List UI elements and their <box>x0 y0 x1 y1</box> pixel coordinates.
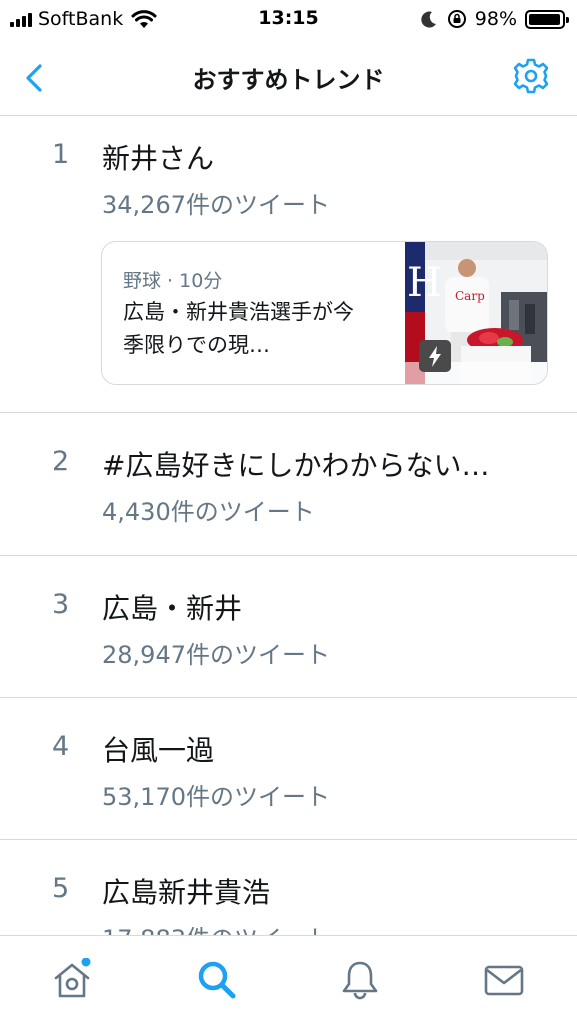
page-title: おすすめトレンド <box>192 66 385 94</box>
battery-level-fill <box>529 13 561 25</box>
trend-name: #広島好きにしかわからない… <box>102 449 490 482</box>
svg-text:Carp: Carp <box>455 289 485 303</box>
trend-rank: 3 <box>52 589 70 620</box>
search-icon[interactable] <box>195 958 239 1002</box>
tab-bar <box>0 935 577 1024</box>
settings-button[interactable] <box>511 56 551 96</box>
moon-icon <box>421 11 436 28</box>
flash-icon <box>419 340 451 372</box>
trend-item[interactable]: 1 新井さん 34,267件のツイート 野球 · 10分 広島・新井貴浩選手が今… <box>0 117 577 413</box>
trend-name: 広島・新井 <box>102 592 243 625</box>
trend-name: 広島新井貴浩 <box>102 876 271 909</box>
svg-text:H: H <box>407 260 442 306</box>
trend-name: 台風一過 <box>102 734 215 767</box>
trend-item[interactable]: 4 台風一過 53,170件のツイート <box>0 698 577 840</box>
trend-rank: 4 <box>52 731 70 762</box>
tweet-count: 28,947件のツイート <box>102 641 330 669</box>
news-thumbnail: H Carp <box>405 242 547 384</box>
trend-item[interactable]: 3 広島・新井 28,947件のツイート <box>0 556 577 698</box>
tweet-count: 4,430件のツイート <box>102 498 315 526</box>
home-icon[interactable] <box>50 958 94 1002</box>
messages-icon[interactable] <box>482 958 526 1002</box>
rotation-lock-icon <box>447 10 466 28</box>
trend-rank: 1 <box>52 139 70 170</box>
trend-name: 新井さん <box>102 142 215 175</box>
notifications-icon[interactable] <box>338 958 382 1002</box>
trend-rank: 5 <box>52 873 70 904</box>
news-headline: 広島・新井貴浩選手が今季限りでの現… <box>123 300 354 357</box>
trend-item[interactable]: 2 #広島好きにしかわからない… 4,430件のツイート <box>0 413 577 556</box>
nav-header: おすすめトレンド <box>0 38 577 116</box>
news-card[interactable]: 野球 · 10分 広島・新井貴浩選手が今季限りでの現… H Carp <box>101 241 548 385</box>
tweet-count: 53,170件のツイート <box>102 783 330 811</box>
news-meta: 野球 · 10分 <box>123 270 223 292</box>
trend-rank: 2 <box>52 446 70 477</box>
status-bar: SoftBank 13:15 98% <box>0 0 577 38</box>
tweet-count: 34,267件のツイート <box>102 191 330 219</box>
status-right: 98% <box>419 7 569 31</box>
battery-icon <box>525 9 569 29</box>
battery-percent: 98% <box>474 8 517 30</box>
